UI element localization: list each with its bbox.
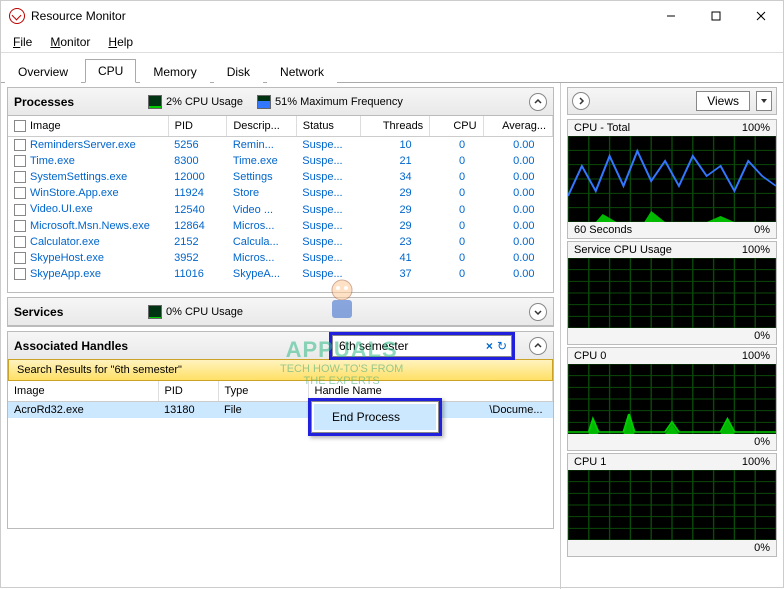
services-header[interactable]: Services 0% CPU Usage xyxy=(8,298,553,326)
process-row[interactable]: WinStore.App.exe11924StoreSuspe...2900.0… xyxy=(8,185,553,201)
row-checkbox[interactable] xyxy=(14,187,26,199)
cpu-usage-label: 2% CPU Usage xyxy=(166,96,243,108)
search-highlight: × ↻ xyxy=(329,332,515,360)
tab-disk[interactable]: Disk xyxy=(214,60,263,83)
collapse-icon[interactable] xyxy=(529,337,547,355)
cpu-graph: Service CPU Usage100% 0% xyxy=(567,241,777,345)
process-row[interactable]: Video.UI.exe12540Video ...Suspe...2900.0… xyxy=(8,201,553,217)
app-icon xyxy=(9,8,25,24)
row-checkbox[interactable] xyxy=(14,139,26,151)
process-row[interactable]: Microsoft.Msn.News.exe12864Micros...Susp… xyxy=(8,218,553,234)
process-row[interactable]: SystemSettings.exe12000SettingsSuspe...3… xyxy=(8,169,553,185)
right-header: Views xyxy=(567,87,777,115)
row-checkbox[interactable] xyxy=(14,155,26,167)
menu-help[interactable]: Help xyxy=(100,33,141,51)
col-pid[interactable]: PID xyxy=(168,116,227,137)
minimize-button[interactable] xyxy=(648,1,693,31)
handles-panel: Associated Handles × ↻ Search Results fo… xyxy=(7,331,554,529)
collapse-icon[interactable] xyxy=(529,93,547,111)
handles-header[interactable]: Associated Handles × ↻ xyxy=(8,332,553,360)
col-image: Image xyxy=(8,116,168,137)
handle-row[interactable]: AcroRd32.exe 13180 File \Docume... xyxy=(8,402,553,419)
cpu-graph: CPU 0100% 0% xyxy=(567,347,777,451)
maximize-button[interactable] xyxy=(693,1,738,31)
row-checkbox[interactable] xyxy=(14,236,26,248)
processes-table[interactable]: Image PID Descrip... Status Threads CPU … xyxy=(8,116,553,282)
process-row[interactable]: SkypeApp.exe11016SkypeA...Suspe...3700.0… xyxy=(8,266,553,282)
window-title: Resource Monitor xyxy=(31,9,648,23)
refresh-search-icon[interactable]: ↻ xyxy=(497,339,507,353)
services-cpu-label: 0% CPU Usage xyxy=(166,306,243,318)
hcol-pid[interactable]: PID xyxy=(158,381,218,402)
process-row[interactable]: Time.exe8300Time.exeSuspe...2100.00 xyxy=(8,153,553,169)
tab-network[interactable]: Network xyxy=(267,60,337,83)
services-title: Services xyxy=(14,305,134,319)
process-row[interactable]: RemindersServer.exe5256Remin...Suspe...1… xyxy=(8,137,553,154)
checkbox-all[interactable] xyxy=(14,120,26,132)
hcol-image[interactable]: Image xyxy=(8,381,158,402)
services-panel: Services 0% CPU Usage xyxy=(7,297,554,327)
row-checkbox[interactable] xyxy=(14,252,26,264)
tab-strip: Overview CPU Memory Disk Network xyxy=(1,55,783,83)
menu-file[interactable]: File xyxy=(5,33,40,51)
handles-table[interactable]: Image PID Type Handle Name AcroRd32.exe … xyxy=(8,381,553,418)
process-row[interactable]: Calculator.exe2152Calcula...Suspe...2300… xyxy=(8,234,553,250)
tab-memory[interactable]: Memory xyxy=(140,60,209,83)
hcol-type[interactable]: Type xyxy=(218,381,308,402)
max-freq-label: 51% Maximum Frequency xyxy=(275,96,403,108)
row-checkbox[interactable] xyxy=(14,171,26,183)
row-checkbox[interactable] xyxy=(14,268,26,280)
clear-search-icon[interactable]: × xyxy=(486,339,493,353)
collapse-right-icon[interactable] xyxy=(572,92,590,110)
col-cpu[interactable]: CPU xyxy=(430,116,483,137)
row-checkbox[interactable] xyxy=(14,220,26,232)
context-menu: End Process xyxy=(308,398,442,436)
cpu-graph: CPU 1100% 0% xyxy=(567,453,777,557)
row-checkbox[interactable] xyxy=(14,204,26,216)
views-button[interactable]: Views xyxy=(696,91,750,111)
views-dropdown-icon[interactable] xyxy=(756,91,772,111)
menu-bar: File Monitor Help xyxy=(1,31,783,53)
col-threads[interactable]: Threads xyxy=(360,116,429,137)
processes-title: Processes xyxy=(14,95,134,109)
processes-header[interactable]: Processes 2% CPU Usage 51% Maximum Frequ… xyxy=(8,88,553,116)
tab-overview[interactable]: Overview xyxy=(5,60,81,83)
search-results-bar: Search Results for "6th semester" xyxy=(8,359,553,381)
col-status[interactable]: Status xyxy=(296,116,360,137)
expand-icon[interactable] xyxy=(529,303,547,321)
cpu-graph: CPU - Total100% 60 Seconds0% xyxy=(567,119,777,239)
tab-cpu[interactable]: CPU xyxy=(85,59,136,83)
close-button[interactable] xyxy=(738,1,783,31)
end-process-menu-item[interactable]: End Process xyxy=(314,404,436,430)
handles-search-input[interactable] xyxy=(337,338,482,354)
process-row[interactable]: SkypeHost.exe3952Micros...Suspe...4100.0… xyxy=(8,250,553,266)
title-bar: Resource Monitor xyxy=(1,1,783,31)
col-descr[interactable]: Descrip... xyxy=(227,116,296,137)
col-avg[interactable]: Averag... xyxy=(483,116,552,137)
handles-title: Associated Handles xyxy=(14,339,134,353)
processes-panel: Processes 2% CPU Usage 51% Maximum Frequ… xyxy=(7,87,554,293)
menu-monitor[interactable]: Monitor xyxy=(42,33,98,51)
